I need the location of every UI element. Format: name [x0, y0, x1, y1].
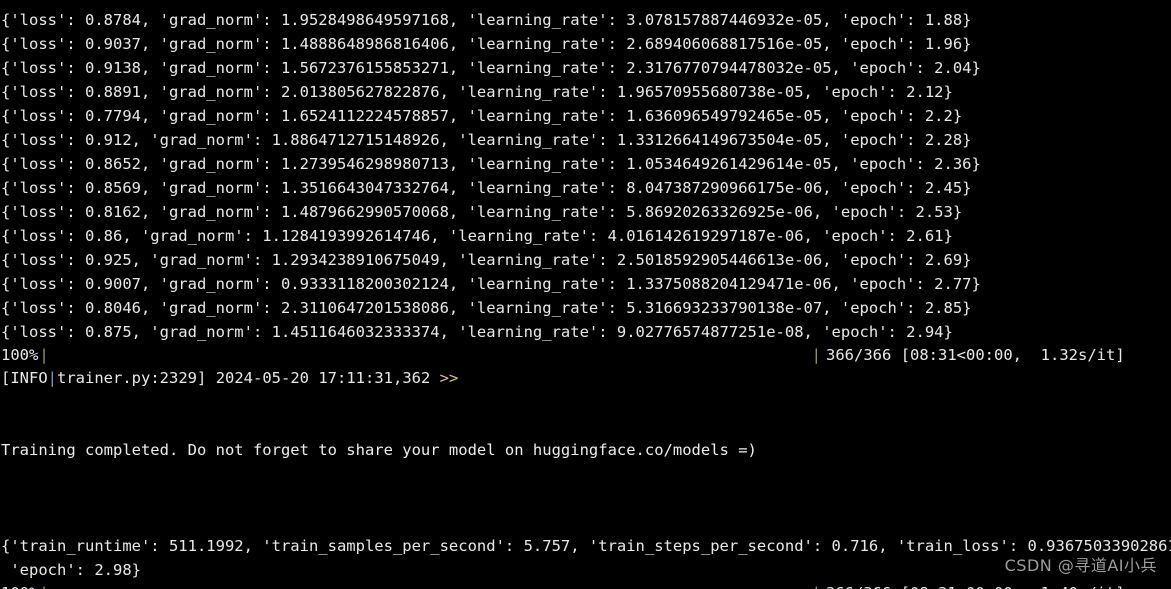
progress-counter: 366/366 — [826, 582, 891, 589]
log-line: {'loss': 0.875, 'grad_norm': 1.451164603… — [1, 323, 953, 341]
log-line: {'loss': 0.925, 'grad_norm': 1.293423891… — [1, 251, 972, 269]
log-line: {'loss': 0.9007, 'grad_norm': 0.93331182… — [1, 275, 981, 293]
csdn-watermark: CSDN @寻道AI小兵 — [1004, 556, 1157, 575]
progress-bar-saving: 100% | | 366/366 [08:31<00:00, 1.40s/it] — [0, 582, 1171, 589]
progress-counter: 366/366 — [826, 346, 892, 364]
info-level: INFO — [10, 369, 48, 387]
log-line: {'loss': 0.8891, 'grad_norm': 2.01380562… — [1, 83, 953, 101]
terminal-window: {'loss': 0.8784, 'grad_norm': 1.95284986… — [0, 0, 1171, 589]
progress-track — [49, 582, 808, 589]
progress-track — [49, 344, 808, 366]
info-log-line-1: [INFO|trainer.py:2329] 2024-05-20 17:11:… — [0, 366, 1171, 390]
training-metrics-log: {'loss': 0.8784, 'grad_norm': 1.95284986… — [0, 0, 1171, 344]
info-pipe-icon: | — [47, 369, 58, 387]
progress-separator-left: | — [39, 346, 49, 364]
info-source-location: trainer.py:2329 — [57, 369, 197, 387]
progress-percent-label: 100% — [0, 582, 38, 589]
info-timestamp: 2024-05-20 17:11:31,362 — [215, 369, 431, 387]
progress-separator-left: | — [38, 582, 49, 589]
log-line: {'loss': 0.86, 'grad_norm': 1.1284193992… — [1, 227, 953, 245]
progress-timing: [08:31<00:00, 1.40s/it] — [901, 582, 1125, 589]
log-line: {'loss': 0.9138, 'grad_norm': 1.56723761… — [1, 59, 981, 77]
progress-spacer — [891, 582, 900, 589]
progress-timing: [08:31<00:00, 1.32s/it] — [900, 346, 1125, 364]
info-bracket-open: [ — [1, 369, 11, 387]
info-bracket-close: ] — [197, 369, 207, 387]
log-line: {'loss': 0.8569, 'grad_norm': 1.35166430… — [1, 179, 972, 197]
info-arrow-icon: >> — [439, 369, 459, 387]
progress-separator-right: | — [811, 346, 822, 364]
log-line: {'loss': 0.8652, 'grad_norm': 1.27395462… — [1, 155, 981, 173]
log-line: {'train_runtime': 511.1992, 'train_sampl… — [1, 537, 1171, 555]
log-line: {'loss': 0.9037, 'grad_norm': 1.48886489… — [1, 35, 972, 53]
log-line: {'loss': 0.7794, 'grad_norm': 1.65241122… — [1, 107, 963, 125]
log-line: {'loss': 0.8162, 'grad_norm': 1.48796629… — [1, 203, 963, 221]
progress-spacer — [891, 344, 900, 366]
log-line: {'loss': 0.912, 'grad_norm': 1.886471271… — [1, 131, 972, 149]
log-line: 'epoch': 2.98} — [1, 561, 141, 579]
log-line: {'loss': 0.8784, 'grad_norm': 1.95284986… — [1, 11, 972, 29]
progress-separator-right: | — [808, 582, 826, 589]
progress-percent-label: 100% — [1, 346, 39, 364]
progress-bar-training: 100% | | 366/366 [08:31<00:00, 1.32s/it] — [0, 344, 1171, 366]
training-summary-log: {'train_runtime': 511.1992, 'train_sampl… — [0, 534, 1171, 582]
log-line: {'loss': 0.8046, 'grad_norm': 2.31106472… — [1, 299, 972, 317]
training-completed-message: Training completed. Do not forget to sha… — [1, 441, 757, 459]
